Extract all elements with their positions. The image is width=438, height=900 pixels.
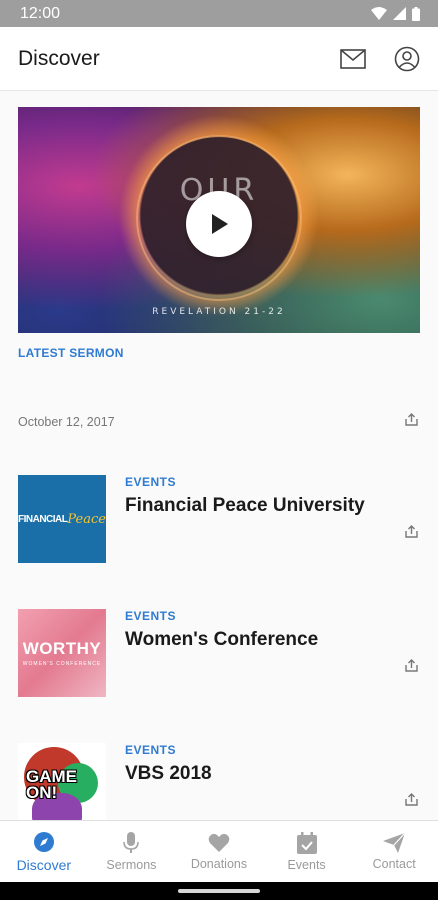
- status-icons: [371, 6, 420, 21]
- profile-icon: [394, 46, 420, 71]
- status-time: 12:00: [20, 4, 61, 22]
- list-item[interactable]: GAME ON! EVENTS VBS 2018: [18, 743, 420, 820]
- bottom-nav: Discover Sermons Donations Events Contac…: [0, 820, 438, 882]
- nav-tab-sermons[interactable]: Sermons: [88, 821, 176, 882]
- mail-button[interactable]: [340, 48, 366, 69]
- share-icon: [405, 793, 418, 806]
- share-icon: [405, 525, 418, 538]
- nav-label: Discover: [16, 856, 72, 873]
- mail-icon: [340, 48, 366, 69]
- battery-icon: [412, 6, 420, 21]
- heart-icon: [208, 833, 230, 852]
- compass-icon: [33, 831, 54, 852]
- nav-tab-events[interactable]: Events: [263, 821, 351, 882]
- share-button[interactable]: [405, 525, 418, 543]
- share-button[interactable]: [405, 413, 418, 431]
- latest-sermon-label[interactable]: LATEST SERMON: [18, 346, 124, 360]
- hero-image-caption: REVELATION 21-22: [152, 307, 286, 317]
- nav-label: Sermons: [106, 857, 157, 872]
- discover-feed[interactable]: OUR REVELATION 21-22 LATEST SERMON Octob…: [0, 91, 438, 820]
- thumbnail-text: GAME ON!: [26, 767, 77, 803]
- play-button[interactable]: [186, 191, 252, 257]
- nav-label: Events: [287, 857, 326, 872]
- nav-label: Donations: [190, 856, 248, 871]
- list-item[interactable]: FINANCIAL Peace EVENTS Financial Peace U…: [18, 475, 420, 563]
- profile-button[interactable]: [394, 46, 420, 72]
- item-title: Financial Peace University: [125, 495, 365, 516]
- thumbnail-text: WOMEN'S CONFERENCE: [22, 661, 102, 667]
- app-actions: [340, 46, 420, 72]
- thumbnail-text: Peace: [67, 511, 106, 527]
- list-item[interactable]: WORTHY WOMEN'S CONFERENCE EVENTS Women's…: [18, 609, 420, 697]
- item-title: VBS 2018: [125, 763, 212, 784]
- app-bar: Discover: [0, 27, 438, 91]
- sermon-date: October 12, 2017: [18, 415, 115, 429]
- send-icon: [383, 832, 406, 853]
- nav-tab-discover[interactable]: Discover: [0, 821, 88, 882]
- item-category: EVENTS: [125, 475, 177, 489]
- event-thumbnail: GAME ON!: [18, 743, 106, 820]
- thumbnail-text: WORTHY: [22, 639, 102, 658]
- system-gesture-bar: [0, 882, 438, 900]
- calendar-icon: [296, 831, 317, 854]
- share-button[interactable]: [405, 659, 418, 677]
- nav-label: Contact: [372, 856, 416, 871]
- event-thumbnail: WORTHY WOMEN'S CONFERENCE: [18, 609, 106, 697]
- thumbnail-text: FINANCIAL: [18, 513, 68, 525]
- item-category: EVENTS: [125, 743, 177, 757]
- nav-tab-donations[interactable]: Donations: [175, 821, 263, 882]
- wifi-icon: [371, 7, 387, 20]
- page-title: Discover: [18, 46, 100, 70]
- sermon-meta-row: October 12, 2017: [18, 413, 418, 431]
- item-category: EVENTS: [125, 609, 177, 623]
- share-icon: [405, 413, 418, 426]
- status-bar: 12:00: [0, 0, 438, 27]
- event-thumbnail: FINANCIAL Peace: [18, 475, 106, 563]
- share-icon: [405, 659, 418, 672]
- microphone-icon: [123, 831, 140, 853]
- play-icon: [212, 214, 228, 234]
- cell-signal-icon: [393, 7, 406, 20]
- share-button[interactable]: [405, 793, 418, 811]
- home-gesture-handle[interactable]: [178, 889, 260, 893]
- item-title: Women's Conference: [125, 629, 319, 650]
- latest-sermon-video[interactable]: OUR REVELATION 21-22: [18, 107, 420, 333]
- nav-tab-contact[interactable]: Contact: [350, 821, 438, 882]
